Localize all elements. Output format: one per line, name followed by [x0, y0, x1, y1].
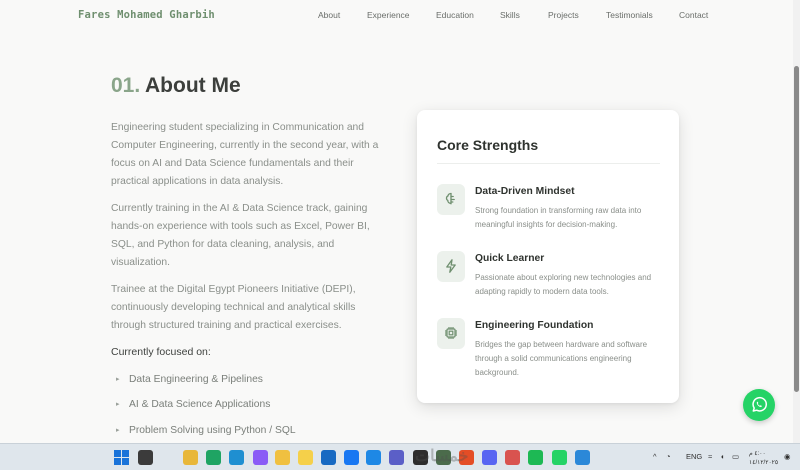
- focus-heading: Currently focused on:: [111, 346, 211, 358]
- clock-date[interactable]: ١٤/١٢/٢٠٢٥: [749, 459, 778, 466]
- strength-description: Strong foundation in transforming raw da…: [475, 206, 642, 229]
- volume-icon[interactable]: ◖: [720, 452, 725, 461]
- teams-icon[interactable]: [389, 450, 404, 465]
- portfolio-page: Fares Mohamed Gharbih About Experience E…: [0, 0, 793, 443]
- bullet-arrow-icon: ▸: [116, 376, 120, 383]
- strength-description: Bridges the gap between hardware and sof…: [475, 340, 648, 377]
- file-explorer-icon[interactable]: [183, 450, 198, 465]
- chevron-up-icon[interactable]: ^: [653, 452, 657, 461]
- wifi-icon[interactable]: ≈: [708, 452, 712, 461]
- strength-title: Engineering Foundation: [475, 320, 594, 331]
- focus-item-label: Problem Solving using Python / SQL: [129, 425, 296, 436]
- section-number: 01.: [111, 74, 141, 97]
- brain-icon: [437, 184, 465, 215]
- vscode-icon[interactable]: [366, 450, 381, 465]
- focus-item: ▸ Problem Solving using Python / SQL: [116, 425, 296, 436]
- windows-start-icon[interactable]: [114, 450, 129, 465]
- windows-taskbar: خمسات ^ ◔ ENG ≈ ◖ ▭ ٤:٠٠ م ١٤/١٢/٢٠٢٥ ◉: [0, 443, 800, 470]
- battery-icon[interactable]: ▭: [732, 452, 739, 461]
- lightning-icon: [437, 251, 465, 282]
- network-icon[interactable]: ◔: [666, 452, 671, 461]
- about-paragraph: Engineering student specializing in Comm…: [111, 122, 379, 187]
- brand-name[interactable]: Fares Mohamed Gharbih: [78, 9, 215, 21]
- chip-icon: [437, 318, 465, 349]
- strength-title: Quick Learner: [475, 253, 545, 264]
- about-paragraph: Trainee at the Digital Egypt Pioneers In…: [111, 284, 356, 331]
- nav-link-contact[interactable]: Contact: [679, 10, 708, 20]
- focus-item: ▸ Data Engineering & Pipelines: [116, 374, 263, 385]
- card-divider: [437, 163, 660, 164]
- search-icon[interactable]: [138, 450, 153, 465]
- paint-icon[interactable]: [575, 450, 590, 465]
- card-title: Core Strengths: [437, 137, 539, 153]
- focus-item: ▸ AI & Data Science Applications: [116, 399, 270, 410]
- whatsapp-button[interactable]: [743, 389, 775, 421]
- whatsapp-app-icon[interactable]: [552, 450, 567, 465]
- section-title: About Me: [145, 74, 241, 97]
- spotify-icon[interactable]: [528, 450, 543, 465]
- language-indicator[interactable]: ENG: [686, 452, 702, 461]
- nav-link-education[interactable]: Education: [436, 10, 474, 20]
- bullet-arrow-icon: ▸: [116, 427, 120, 434]
- google-drive-icon[interactable]: [206, 450, 221, 465]
- folder-icon[interactable]: [275, 450, 290, 465]
- nav-link-experience[interactable]: Experience: [367, 10, 410, 20]
- facebook-icon[interactable]: [344, 450, 359, 465]
- core-strengths-card: Core Strengths Data-Driven Mindset Stron…: [417, 110, 679, 403]
- office-icon[interactable]: [505, 450, 520, 465]
- mail-icon[interactable]: [321, 450, 336, 465]
- page-scrollbar[interactable]: [793, 0, 800, 443]
- edge-icon[interactable]: [229, 450, 244, 465]
- bullet-arrow-icon: ▸: [116, 401, 120, 408]
- discord-icon[interactable]: [482, 450, 497, 465]
- about-paragraph: Currently training in the AI & Data Scie…: [111, 203, 370, 268]
- whatsapp-icon: [752, 396, 767, 412]
- nav-link-testimonials[interactable]: Testimonials: [606, 10, 653, 20]
- notes-icon[interactable]: [298, 450, 313, 465]
- strength-description: Passionate about exploring new technolog…: [475, 273, 652, 296]
- watermark-text: خمسات: [415, 448, 469, 465]
- focus-item-label: AI & Data Science Applications: [129, 399, 271, 410]
- nav-link-about[interactable]: About: [318, 10, 340, 20]
- top-navbar: Fares Mohamed Gharbih About Experience E…: [0, 0, 793, 32]
- copilot-icon[interactable]: [253, 450, 268, 465]
- nav-link-skills[interactable]: Skills: [500, 10, 520, 20]
- clock-time[interactable]: ٤:٠٠ م: [749, 450, 766, 457]
- scrollbar-thumb[interactable]: [794, 66, 799, 392]
- strength-title: Data-Driven Mindset: [475, 186, 575, 197]
- focus-item-label: Data Engineering & Pipelines: [129, 374, 263, 385]
- nav-link-projects[interactable]: Projects: [548, 10, 579, 20]
- notification-bell-icon[interactable]: ◉: [784, 452, 791, 461]
